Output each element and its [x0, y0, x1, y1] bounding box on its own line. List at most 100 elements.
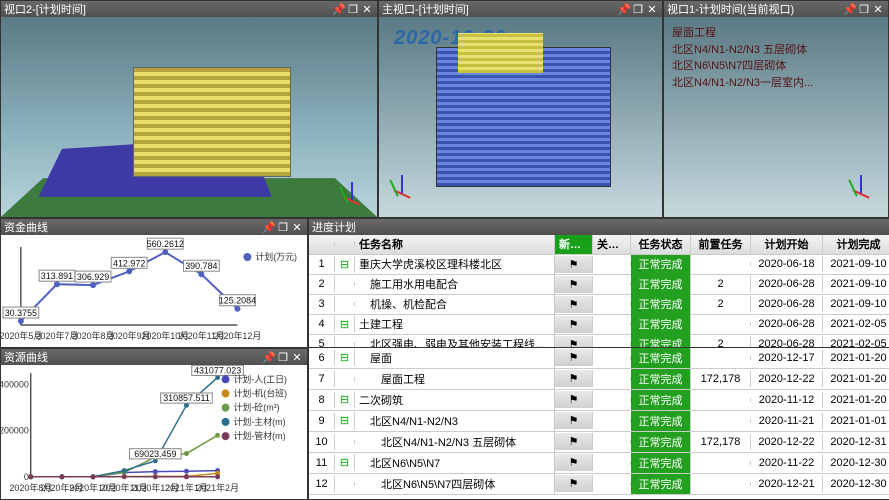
- flag-icon[interactable]: ⚑: [555, 349, 593, 366]
- expand-icon[interactable]: [335, 377, 355, 381]
- flag-icon[interactable]: ⚑: [555, 296, 593, 313]
- gantt-row[interactable]: 4 ⊟ 土建工程 ⚑ 正常完成 2020-06-28 2021-02-05 20…: [309, 315, 889, 335]
- expand-icon[interactable]: ⊟: [335, 349, 355, 366]
- assoc-state: [593, 482, 631, 486]
- viewport-2-canvas[interactable]: [1, 17, 377, 217]
- viewport-1-info[interactable]: 屋面工程 北区N4/N1-N2/N3 五层砌体 北区N6\N5\N7四层砌体 北…: [664, 17, 888, 217]
- expand-icon[interactable]: ⊟: [335, 316, 355, 333]
- flag-icon[interactable]: ⚑: [555, 316, 593, 333]
- pin-icon[interactable]: 📌: [617, 3, 631, 15]
- resource-curve-titlebar[interactable]: 资源曲线 📌 ❐ ✕: [1, 349, 307, 365]
- flag-icon[interactable]: ⚑: [555, 370, 593, 387]
- flag-icon[interactable]: ⚑: [555, 433, 593, 450]
- gantt-row[interactable]: 10 北区N4/N1-N2/N3 五层砌体 ⚑ 正常完成 172,178 202…: [309, 432, 889, 453]
- expand-icon[interactable]: ⊟: [335, 256, 355, 273]
- restore-icon[interactable]: ❐: [631, 3, 645, 15]
- expand-icon[interactable]: [335, 282, 355, 286]
- expand-icon[interactable]: [335, 482, 355, 486]
- gantt-row[interactable]: 2 施工用水用电配合 ⚑ 正常完成 2 2020-06-28 2021-09-1…: [309, 275, 889, 295]
- task-name: 屋面: [355, 348, 555, 368]
- svg-text:412.972: 412.972: [113, 258, 145, 268]
- assoc-state: [593, 356, 631, 360]
- flag-icon[interactable]: ⚑: [555, 391, 593, 408]
- gantt-row[interactable]: 12 北区N6\N5\N7四层砌体 ⚑ 正常完成 2020-12-21 2020…: [309, 474, 889, 495]
- gantt-col-header[interactable]: 新增条目: [555, 235, 593, 255]
- gantt-col-header[interactable]: 关联状态: [593, 235, 631, 255]
- fund-curve-titlebar[interactable]: 资金曲线 📌 ❐ ✕: [1, 219, 307, 235]
- assoc-state: [593, 262, 631, 266]
- gantt-row[interactable]: 8 ⊟ 二次砌筑 ⚑ 正常完成 2020-11-12 2021-01-20 20…: [309, 390, 889, 411]
- main-viewport-titlebar[interactable]: 主视口-[计划时间] 📌 ❐ ✕: [379, 1, 662, 17]
- plan-end: 2021-01-20: [823, 392, 889, 408]
- flag-icon[interactable]: ⚑: [555, 454, 593, 471]
- info-line: 北区N4/N1-N2/N3一层室内...: [672, 75, 880, 92]
- svg-text:400000: 400000: [1, 379, 29, 389]
- plan-start: 2020-06-18: [751, 256, 823, 272]
- close-icon[interactable]: ✕: [290, 351, 304, 363]
- gantt-row[interactable]: 9 ⊟ 北区N4/N1-N2/N3 ⚑ 正常完成 2020-11-21 2021…: [309, 411, 889, 432]
- resource-curve-chart[interactable]: 020000040000069023.459310857.511431077.0…: [1, 365, 307, 499]
- svg-text:2021年2月: 2021年2月: [196, 482, 239, 493]
- gantt-col-header[interactable]: 计划开始: [751, 235, 823, 255]
- task-name: 北区N6\N5\N7: [355, 453, 555, 473]
- row-index: 10: [309, 434, 335, 450]
- task-name: 北区N4/N1-N2/N3 五层砌体: [355, 432, 555, 452]
- gantt-col-header[interactable]: 任务状态: [631, 235, 691, 255]
- viewport-1-titlebar[interactable]: 视口1-计划时间(当前视口) 📌 ❐ ✕: [664, 1, 888, 17]
- gantt-row[interactable]: 3 机操、机检配合 ⚑ 正常完成 2 2020-06-28 2021-09-10…: [309, 295, 889, 315]
- viewport-2-titlebar[interactable]: 视口2-[计划时间] 📌 ❐ ✕: [1, 1, 377, 17]
- info-line: 北区N4/N1-N2/N3 五层砌体: [672, 42, 880, 59]
- svg-text:69023.459: 69023.459: [134, 449, 176, 459]
- gantt-col-header[interactable]: [335, 242, 355, 246]
- svg-text:0: 0: [24, 472, 29, 482]
- svg-text:125.2084: 125.2084: [219, 296, 256, 306]
- assoc-state: [593, 440, 631, 444]
- resource-curve-panel: 资源曲线 📌 ❐ ✕ 020000040000069023.459310857.…: [0, 348, 308, 500]
- pin-icon[interactable]: 📌: [332, 3, 346, 15]
- restore-icon[interactable]: ❐: [276, 221, 290, 233]
- restore-icon[interactable]: ❐: [857, 3, 871, 15]
- fund-curve-panel: 资金曲线 📌 ❐ ✕ 30.3755313.891306.929412.9725…: [0, 218, 308, 348]
- gantt-col-header[interactable]: 任务名称: [355, 235, 555, 255]
- close-icon[interactable]: ✕: [871, 3, 885, 15]
- gantt-grid[interactable]: 任务名称新增条目关联状态任务状态前置任务计划开始计划完成实际开始实际完成 1 ⊟…: [309, 235, 889, 347]
- expand-icon[interactable]: ⊟: [335, 391, 355, 408]
- gantt-grid-cont[interactable]: 6 ⊟ 屋面 ⚑ 正常完成 2020-12-17 2021-01-20 2020…: [309, 348, 889, 499]
- close-icon[interactable]: ✕: [290, 221, 304, 233]
- flag-icon[interactable]: ⚑: [555, 475, 593, 492]
- task-name: 施工用水用电配合: [355, 274, 555, 294]
- main-viewport-canvas[interactable]: 2020-12-26: [379, 17, 662, 217]
- flag-icon[interactable]: ⚑: [555, 256, 593, 273]
- gantt-col-header[interactable]: 计划完成: [823, 235, 889, 255]
- expand-icon[interactable]: [335, 342, 355, 346]
- pin-icon[interactable]: 📌: [262, 221, 276, 233]
- predecessor: 2: [691, 276, 751, 292]
- gantt-titlebar[interactable]: 进度计划 📌 ❐ ✕: [309, 219, 889, 235]
- flag-icon[interactable]: ⚑: [555, 336, 593, 347]
- gantt-row[interactable]: 6 ⊟ 屋面 ⚑ 正常完成 2020-12-17 2021-01-20 2020…: [309, 348, 889, 369]
- pin-icon[interactable]: 📌: [262, 351, 276, 363]
- gantt-row[interactable]: 1 ⊟ 重庆大学虎溪校区理科楼北区 ⚑ 正常完成 2020-06-18 2021…: [309, 255, 889, 275]
- restore-icon[interactable]: ❐: [346, 3, 360, 15]
- gantt-row[interactable]: 5 北区强电、弱电及其他安装工程线管预埋配合 ⚑ 正常完成 2 2020-06-…: [309, 335, 889, 347]
- row-index: 3: [309, 296, 335, 312]
- gantt-col-header[interactable]: [309, 242, 335, 246]
- row-index: 4: [309, 316, 335, 332]
- gantt-row[interactable]: 7 屋面工程 ⚑ 正常完成 172,178 2020-12-22 2021-01…: [309, 369, 889, 390]
- close-icon[interactable]: ✕: [645, 3, 659, 15]
- pin-icon[interactable]: 📌: [843, 3, 857, 15]
- flag-icon[interactable]: ⚑: [555, 412, 593, 429]
- expand-icon[interactable]: ⊟: [335, 454, 355, 471]
- fund-curve-chart[interactable]: 30.3755313.891306.929412.972560.2612390.…: [1, 235, 307, 347]
- row-index: 5: [309, 336, 335, 347]
- expand-icon[interactable]: [335, 302, 355, 306]
- restore-icon[interactable]: ❐: [276, 351, 290, 363]
- expand-icon[interactable]: ⊟: [335, 412, 355, 429]
- gantt-row[interactable]: 11 ⊟ 北区N6\N5\N7 ⚑ 正常完成 2020-11-22 2020-1…: [309, 453, 889, 474]
- assoc-state: [593, 342, 631, 346]
- gantt-col-header[interactable]: 前置任务: [691, 235, 751, 255]
- svg-text:560.2612: 560.2612: [147, 239, 184, 249]
- expand-icon[interactable]: [335, 440, 355, 444]
- close-icon[interactable]: ✕: [360, 3, 374, 15]
- flag-icon[interactable]: ⚑: [555, 276, 593, 293]
